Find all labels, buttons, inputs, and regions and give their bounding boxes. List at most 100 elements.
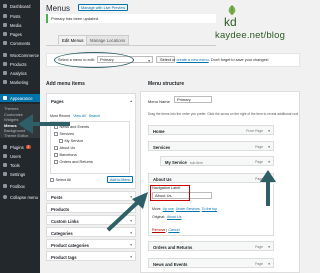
nav-products[interactable]: Products	[0, 60, 40, 68]
nav-woocommerce[interactable]: WooCommerce	[0, 51, 40, 59]
chevron-down-icon[interactable]: ▾	[268, 129, 270, 133]
nav-plugins[interactable]: Plugins 2	[0, 143, 40, 151]
submenu-menus[interactable]: Menus	[4, 123, 17, 128]
remove-link[interactable]: Remove	[152, 228, 165, 232]
checkbox[interactable]	[50, 178, 54, 182]
nav-settings[interactable]: Settings	[0, 170, 40, 178]
checkbox[interactable]	[59, 139, 63, 143]
menu-item-my-service[interactable]: My Service sub item Page ▾	[160, 156, 274, 166]
checkbox[interactable]	[54, 146, 58, 150]
submenu-themes[interactable]: Themes	[4, 106, 18, 111]
menu-item-title: Orders and Returns	[153, 244, 193, 250]
logo-text: kd	[224, 15, 237, 28]
manage-live-preview-button[interactable]: Manage with Live Preview	[78, 4, 129, 11]
page-label: News and Events	[59, 125, 90, 129]
chevron-up-icon[interactable]: ▴	[268, 177, 270, 181]
select-all[interactable]: Select All	[50, 178, 71, 182]
nav-media[interactable]: Media	[0, 21, 40, 29]
accordion-custom-links[interactable]: Custom Links ▾	[46, 215, 136, 225]
accordion-posts[interactable]: Posts ▾	[46, 191, 136, 201]
menu-item-home[interactable]: Home Front Page ▾	[148, 125, 274, 135]
tab-view-all[interactable]: View All	[73, 114, 86, 118]
menu-item-title: About Us	[153, 176, 172, 182]
menu-instructions: Drag the items into the order you prefer…	[148, 112, 298, 116]
checkbox[interactable]	[54, 160, 58, 164]
menu-item-type: Front Page	[246, 129, 263, 133]
chevron-down-icon[interactable]: ▾	[268, 145, 270, 149]
menu-name-input[interactable]: Primary	[174, 96, 212, 103]
kaydee-logo-icon: kd	[224, 5, 237, 28]
chevron-down-icon: ▾	[130, 218, 132, 223]
menu-item-news-events[interactable]: News and Events Page ▾	[148, 258, 274, 268]
nav-foolbox[interactable]: Foolbox	[0, 182, 40, 190]
chevron-down-icon: ▾	[130, 242, 132, 247]
collapse-menu[interactable]: Collapse menu	[0, 193, 40, 201]
tab-edit-menus[interactable]: Edit Menus	[58, 35, 88, 45]
tab-manage-locations[interactable]: Manage Locations	[86, 35, 130, 45]
menu-item-title-text: My Service	[165, 159, 187, 165]
move-to-top-link[interactable]: To the top	[202, 207, 217, 211]
nav-appearance[interactable]: Appearance	[0, 94, 40, 102]
chevron-down-icon[interactable]: ▾	[268, 245, 270, 249]
tab-search[interactable]: Search	[89, 114, 100, 118]
list-item[interactable]: Services	[54, 132, 74, 136]
nav-pages[interactable]: Pages	[0, 30, 40, 38]
menu-item-services[interactable]: Services Page ▾	[148, 141, 274, 151]
chevron-up-icon[interactable]: ▴	[130, 99, 132, 103]
nav-analytics[interactable]: Analytics	[0, 69, 40, 77]
checkbox[interactable]	[54, 125, 58, 129]
or-text: or	[172, 58, 176, 62]
list-item[interactable]: Orders and Returns	[54, 160, 93, 164]
list-item[interactable]: My Service	[59, 139, 83, 143]
accordion-title: Categories	[51, 230, 73, 236]
products-icon	[3, 62, 7, 66]
nav-posts[interactable]: Posts	[0, 12, 40, 20]
menu-item-type: Page	[255, 245, 263, 249]
checkbox[interactable]	[54, 132, 58, 136]
media-icon	[3, 23, 7, 27]
list-item[interactable]: News and Events	[54, 125, 89, 129]
menu-item-type: Page	[255, 145, 263, 149]
foolbox-icon	[3, 184, 7, 188]
checkbox[interactable]	[54, 153, 58, 157]
submenu-customize[interactable]: Customize	[4, 112, 23, 117]
create-new-menu-link[interactable]: create a new menu	[176, 58, 208, 62]
nav-dashboard[interactable]: Dashboard	[0, 2, 40, 10]
original-page-link[interactable]: About Us	[167, 215, 181, 219]
move-under-services-link[interactable]: Under Services	[176, 207, 200, 211]
menu-item-type: Page	[255, 160, 263, 164]
pages-panel-title: Pages	[51, 99, 64, 104]
accordion-product-categories[interactable]: Product categories ▾	[46, 239, 136, 249]
original-link-row: Original: About Us	[152, 215, 181, 219]
submenu-theme-editor[interactable]: Theme Editor	[4, 133, 28, 138]
menu-item-title: My Service sub item	[165, 160, 203, 165]
submenu-widgets[interactable]: Widgets	[4, 117, 18, 122]
add-to-menu-button[interactable]: Add to Menu	[107, 176, 134, 183]
pages-icon	[3, 32, 7, 36]
chevron-down-icon[interactable]: ▾	[268, 262, 270, 266]
accordion-product-tags[interactable]: Product tags ▾	[46, 251, 136, 261]
move-up-one-link[interactable]: Up one	[163, 207, 174, 211]
nav-marketing[interactable]: Marketing	[0, 78, 40, 86]
menu-item-orders-returns[interactable]: Orders and Returns Page ▾	[148, 241, 274, 251]
marketing-icon	[3, 80, 7, 84]
dashboard-icon	[3, 4, 7, 8]
nav-comments[interactable]: Comments	[0, 39, 40, 47]
tab-most-recent[interactable]: Most Recent	[50, 114, 70, 118]
accordion-products[interactable]: Products ▾	[46, 203, 136, 213]
nav-label: WooCommerce	[10, 52, 40, 58]
list-item[interactable]: About Us	[54, 146, 75, 150]
accordion-title: Custom Links	[51, 218, 79, 224]
update-count-badge: 2	[25, 145, 31, 149]
analytics-icon	[3, 71, 7, 75]
chevron-down-icon: ▾	[130, 230, 132, 235]
accordion-categories[interactable]: Categories ▾	[46, 227, 136, 237]
cancel-link[interactable]: Cancel	[168, 228, 179, 232]
menu-item-about-us[interactable]: About Us Page ▴	[148, 173, 274, 183]
nav-users[interactable]: Users	[0, 152, 40, 160]
accordion-title: Products	[51, 206, 70, 212]
nav-tools[interactable]: Tools	[0, 161, 40, 169]
list-item[interactable]: Barcelona	[54, 153, 77, 157]
chevron-down-icon[interactable]: ▾	[268, 160, 270, 164]
appearance-submenu: Themes Customize Widgets Menus Backgroun…	[0, 104, 40, 138]
